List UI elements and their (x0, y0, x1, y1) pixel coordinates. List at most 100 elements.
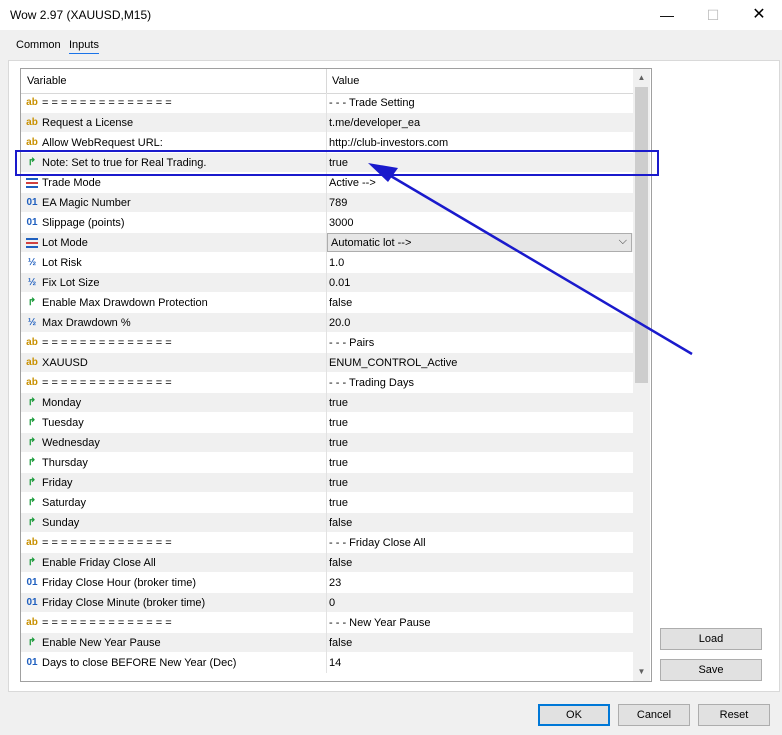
variable-name: Wednesday (42, 437, 100, 449)
value-cell[interactable]: false (329, 517, 352, 529)
value-cell[interactable]: - - - New Year Pause (329, 617, 431, 629)
scroll-thumb[interactable] (635, 87, 648, 383)
value-cell[interactable]: - - - Friday Close All (329, 537, 426, 549)
reset-button[interactable]: Reset (698, 704, 770, 726)
table-row[interactable]: 01 EA Magic Number 789 (21, 193, 633, 213)
column-header-value[interactable]: Value (332, 75, 359, 87)
table-row[interactable]: 01 Friday Close Minute (broker time) 0 (21, 593, 633, 613)
ok-button[interactable]: OK (538, 704, 610, 726)
integer-icon: 01 (26, 577, 38, 588)
scroll-down-icon[interactable]: ▼ (633, 663, 650, 680)
value-cell[interactable]: ENUM_CONTROL_Active (329, 357, 457, 369)
variable-name: Days to close BEFORE New Year (Dec) (42, 657, 237, 669)
enum-icon (25, 236, 39, 249)
value-cell[interactable]: 23 (329, 577, 341, 589)
table-row[interactable]: ↱ Wednesday true (21, 433, 633, 453)
value-cell[interactable]: Active --> (329, 177, 376, 189)
value-cell[interactable]: true (329, 417, 348, 429)
variable-name: Lot Risk (42, 257, 82, 269)
variable-name: Trade Mode (42, 177, 101, 189)
value-cell[interactable]: 14 (329, 657, 341, 669)
integer-icon: 01 (26, 657, 38, 668)
save-button[interactable]: Save (660, 659, 762, 681)
load-button[interactable]: Load (660, 628, 762, 650)
grid-header: Variable Value (21, 69, 633, 94)
value-cell[interactable]: false (329, 557, 352, 569)
variable-name: Monday (42, 397, 82, 409)
table-row[interactable]: ↱ Enable Max Drawdown Protection false (21, 293, 633, 313)
value-cell[interactable]: true (329, 477, 348, 489)
column-header-variable[interactable]: Variable (27, 75, 67, 87)
value-cell[interactable]: 20.0 (329, 317, 350, 329)
integer-icon: 01 (26, 597, 38, 608)
variable-name: Saturday (42, 497, 87, 509)
value-cell[interactable]: 789 (329, 197, 347, 209)
bool-icon: ↱ (27, 437, 37, 448)
table-row[interactable]: 01 Slippage (points) 3000 (21, 213, 633, 233)
value-cell[interactable]: t.me/developer_ea (329, 117, 420, 129)
lot-mode-value: Automatic lot --> (331, 237, 412, 249)
value-cell[interactable]: true (329, 397, 348, 409)
table-row[interactable]: ↱ Enable New Year Pause false (21, 633, 633, 653)
value-cell[interactable]: - - - Pairs (329, 337, 374, 349)
table-row[interactable]: ab = = = = = = = = = = = = = = - - - Tradi… (21, 373, 633, 393)
table-row[interactable]: ½ Fix Lot Size 0.01 (21, 273, 633, 293)
close-icon[interactable]: ✕ (736, 0, 782, 30)
value-cell[interactable]: false (329, 297, 352, 309)
table-row[interactable]: ↱ Sunday false (21, 513, 633, 533)
tab-inputs[interactable]: Inputs (69, 39, 99, 54)
maximize-icon: ☐ (706, 7, 720, 23)
value-cell[interactable]: - - - Trading Days (329, 377, 414, 389)
bool-icon: ↱ (27, 557, 37, 568)
value-cell[interactable]: true (329, 497, 348, 509)
variable-name: Fix Lot Size (42, 277, 100, 289)
value-cell[interactable]: 1.0 (329, 257, 344, 269)
table-row[interactable]: ab = = = = = = = = = = = = = = - - - Trade… (21, 93, 633, 113)
double-icon: ½ (27, 277, 37, 288)
value-cell[interactable]: - - - Trade Setting (329, 97, 415, 109)
scroll-up-icon[interactable]: ▲ (633, 69, 650, 86)
value-cell[interactable]: http://club-investors.com (329, 137, 448, 149)
minimize-icon[interactable]: — (644, 0, 690, 30)
chevron-down-icon[interactable]: ⌵ (619, 235, 627, 248)
table-row[interactable]: ↱ Saturday true (21, 493, 633, 513)
table-row[interactable]: 01 Friday Close Hour (broker time) 23 (21, 573, 633, 593)
integer-icon: 01 (26, 217, 38, 228)
table-row[interactable]: ↱ Thursday true (21, 453, 633, 473)
string-icon: ab (26, 337, 38, 348)
value-cell[interactable]: false (329, 637, 352, 649)
variable-name: XAUUSD (42, 357, 88, 369)
table-row[interactable]: ↱ Friday true (21, 473, 633, 493)
table-row[interactable]: ↱ Enable Friday Close All false (21, 553, 633, 573)
variable-name: = = = = = = = = = = = = = = (42, 97, 172, 109)
table-row[interactable]: ab = = = = = = = = = = = = = = - - - Frida… (21, 533, 633, 553)
variable-name: Friday Close Hour (broker time) (42, 577, 197, 589)
table-row[interactable]: ab XAUUSD ENUM_CONTROL_Active (21, 353, 633, 373)
value-cell[interactable]: 0.01 (329, 277, 350, 289)
table-row[interactable]: Lot Mode Automatic lot --> ⌵ (21, 233, 633, 253)
lot-mode-select[interactable]: Automatic lot --> ⌵ (327, 233, 632, 252)
string-icon: ab (26, 137, 38, 148)
table-row[interactable]: ab = = = = = = = = = = = = = = - - - Pairs (21, 333, 633, 353)
variable-name: Thursday (42, 457, 88, 469)
value-cell[interactable]: true (329, 437, 348, 449)
string-icon: ab (26, 357, 38, 368)
bool-icon: ↱ (27, 417, 37, 428)
enum-icon (25, 176, 39, 189)
value-cell[interactable]: 0 (329, 597, 335, 609)
table-row[interactable]: ab Request a License t.me/developer_ea (21, 113, 633, 133)
table-row[interactable]: ↱ Tuesday true (21, 413, 633, 433)
value-cell[interactable]: true (329, 457, 348, 469)
table-row[interactable]: ab = = = = = = = = = = = = = = - - - New Y… (21, 613, 633, 633)
variable-name: Friday Close Minute (broker time) (42, 597, 206, 609)
variable-name: = = = = = = = = = = = = = = (42, 377, 172, 389)
table-row[interactable]: 01 Days to close BEFORE New Year (Dec) 14 (21, 653, 633, 673)
tab-common[interactable]: Common (16, 39, 61, 51)
table-row[interactable]: ½ Lot Risk 1.0 (21, 253, 633, 273)
string-icon: ab (26, 617, 38, 628)
cancel-button[interactable]: Cancel (618, 704, 690, 726)
table-row[interactable]: ½ Max Drawdown % 20.0 (21, 313, 633, 333)
value-cell[interactable]: 3000 (329, 217, 353, 229)
table-row[interactable]: Trade Mode Active --> (21, 173, 633, 193)
table-row[interactable]: ↱ Monday true (21, 393, 633, 413)
